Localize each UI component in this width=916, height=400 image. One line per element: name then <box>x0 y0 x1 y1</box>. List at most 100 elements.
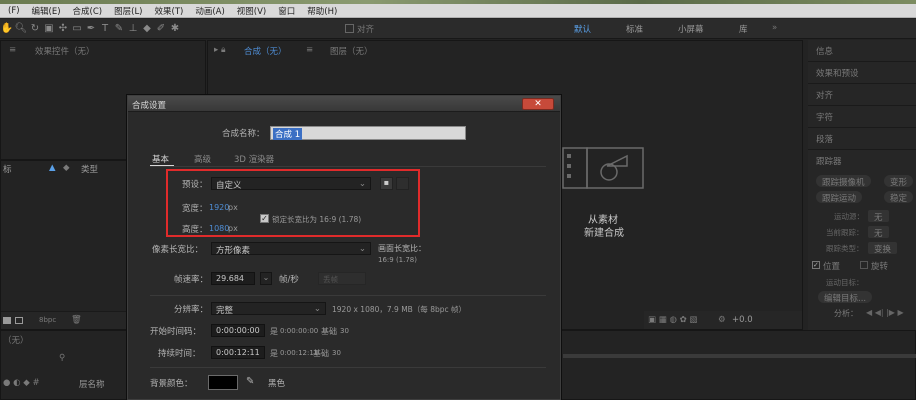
width-unit: px <box>228 203 238 212</box>
workspace-small-screen[interactable]: 小屏幕 <box>678 23 704 35</box>
warp-stabilizer-button[interactable]: 变形 <box>884 175 914 188</box>
background-color-swatch[interactable] <box>208 375 238 390</box>
frame-rate-input[interactable]: 29.684 <box>211 272 255 285</box>
motion-source-label: 运动源： <box>834 212 864 221</box>
new-comp-line2[interactable]: 新建合成 <box>584 224 624 239</box>
tab-3d-renderer[interactable]: 3D 渲染器 <box>234 153 274 165</box>
character-panel[interactable]: 字符 <box>808 106 916 128</box>
align-panel[interactable]: 对齐 <box>808 84 916 106</box>
menu-file[interactable]: (F) <box>2 6 26 16</box>
zoom-tool-icon[interactable]: 🔍︎ <box>14 23 28 34</box>
lock-aspect-label[interactable]: 锁定长宽比为 16:9 (1.78) <box>272 214 361 225</box>
composition-tab[interactable]: 合成（无） <box>244 45 287 57</box>
motion-source-select[interactable]: 无 <box>868 210 889 223</box>
timeline-ruler[interactable] <box>563 354 916 358</box>
menu-window[interactable]: 窗口 <box>272 5 301 17</box>
align-checkbox[interactable] <box>345 24 354 33</box>
trash-icon[interactable]: 🗑︎ <box>71 315 82 325</box>
lock-aspect-checkbox[interactable]: ✓ <box>260 214 269 223</box>
edit-target-button[interactable]: 编辑目标... <box>818 291 873 304</box>
viewer-gear-icon[interactable]: ⚙ <box>718 315 726 325</box>
info-panel[interactable]: 信息 <box>808 40 916 62</box>
workspace-more-icon[interactable]: » <box>772 23 777 33</box>
delete-preset-icon[interactable] <box>396 177 409 190</box>
sort-up-icon[interactable]: ▲ <box>49 163 56 173</box>
position-label: 位置 <box>823 262 841 272</box>
new-comp-icon[interactable] <box>15 317 23 324</box>
duration-is: 是 <box>270 349 278 358</box>
rotation-checkbox[interactable] <box>860 261 868 269</box>
resolution-dropdown[interactable]: 完整 ⌄ <box>211 302 326 316</box>
track-type-select[interactable]: 变换 <box>868 242 898 255</box>
project-sort-name[interactable]: 标 <box>3 163 12 175</box>
composition-menu-icon[interactable]: ≡ <box>306 45 313 55</box>
width-value[interactable]: 1920 <box>209 203 229 212</box>
comp-lock-icon[interactable]: ▸ 🔒︎ <box>214 45 226 55</box>
rotate-tool-icon[interactable]: ↻ <box>28 23 42 34</box>
timeline-search-icon[interactable]: ⚲ <box>59 353 65 363</box>
menu-animation[interactable]: 动画(A) <box>189 5 230 17</box>
menu-edit[interactable]: 编辑(E) <box>26 5 67 17</box>
tab-advanced[interactable]: 高级 <box>194 153 211 165</box>
track-motion-button[interactable]: 跟踪运动 <box>816 191 863 204</box>
layer-name-column[interactable]: 层名称 <box>79 378 105 390</box>
tools-toolbar: ✋ 🔍︎ ↻ ▣ ✣ ▭ ✒ T ✎ ⊥ ◆ ✐ ✱ 对齐 默认 标准 小屏幕 … <box>0 19 916 39</box>
current-track-select[interactable]: 无 <box>868 226 889 239</box>
workspace-standard[interactable]: 标准 <box>626 23 643 35</box>
effects-controls-tab[interactable]: 效果控件（无） <box>35 45 95 57</box>
dialog-titlebar[interactable]: 合成设置 ✕ <box>128 96 560 112</box>
dialog-close-button[interactable]: ✕ <box>522 98 554 110</box>
pixel-aspect-dropdown[interactable]: 方形像素 ⌄ <box>211 242 371 256</box>
workspace-default[interactable]: 默认 <box>574 23 591 35</box>
position-checkbox[interactable]: ✓ <box>812 261 820 269</box>
tab-basic[interactable]: 基本 <box>152 153 169 165</box>
exposure-value[interactable]: +0.0 <box>732 315 753 325</box>
analyze-controls-icon[interactable]: ◀ ◀| |▶ ▶ <box>866 308 904 317</box>
eraser-tool-icon[interactable]: ◆ <box>140 23 154 34</box>
comp-name-value: 合成 1 <box>273 128 303 140</box>
preset-dropdown[interactable]: 自定义 ⌄ <box>211 177 371 191</box>
brush-tool-icon[interactable]: ✎ <box>112 23 126 34</box>
menu-layer[interactable]: 图层(L) <box>108 5 148 17</box>
paragraph-panel[interactable]: 段落 <box>808 128 916 150</box>
bpc-label[interactable]: 8bpc <box>39 316 56 324</box>
eye-icon[interactable]: ● ◐ ◆ # <box>3 378 40 388</box>
menu-composition[interactable]: 合成(C) <box>67 5 109 17</box>
track-camera-button[interactable]: 跟踪摄像机 <box>816 175 871 188</box>
puppet-tool-icon[interactable]: ✱ <box>168 23 182 34</box>
camera-tool-icon[interactable]: ▣ <box>42 23 56 34</box>
new-folder-icon[interactable] <box>3 317 11 324</box>
menu-help[interactable]: 帮助(H) <box>301 5 343 17</box>
effects-presets-panel[interactable]: 效果和预设 <box>808 62 916 84</box>
duration-input[interactable]: 0:00:12:11 <box>211 346 265 359</box>
comp-name-input[interactable]: 合成 1 <box>270 126 466 140</box>
save-preset-icon[interactable]: ▪ <box>380 177 393 190</box>
new-comp-from-footage-icon[interactable] <box>561 144 651 194</box>
height-label: 高度： <box>182 225 208 235</box>
start-base-label: 基础 <box>321 327 337 336</box>
pan-behind-tool-icon[interactable]: ✣ <box>56 23 70 34</box>
mask-tool-icon[interactable]: ▭ <box>70 23 84 34</box>
clone-stamp-tool-icon[interactable]: ⊥ <box>126 23 140 34</box>
hand-tool-icon[interactable]: ✋ <box>0 23 14 34</box>
frame-rate-label: 帧速率： <box>174 275 209 285</box>
layer-tab[interactable]: 图层（无） <box>330 45 373 57</box>
frame-rate-chevron-icon[interactable]: ⌄ <box>260 272 272 285</box>
type-tool-icon[interactable]: T <box>98 23 112 34</box>
drop-frame-dropdown[interactable]: 丢帧 <box>318 272 366 285</box>
project-type-column[interactable]: 类型 <box>81 163 98 175</box>
eyedropper-icon[interactable]: ✎ <box>246 376 254 387</box>
project-menu-icon[interactable]: ≡ <box>9 45 16 55</box>
stabilize-motion-button[interactable]: 稳定 <box>884 191 914 204</box>
workspace-library[interactable]: 库 <box>739 23 748 35</box>
frame-aspect-value: 16:9 (1.78) <box>378 256 417 264</box>
viewer-controls-icon[interactable]: ▣ ▦ ◍ ✿ ▧ <box>648 315 697 325</box>
start-timecode-input[interactable]: 0:00:00:00 <box>211 324 265 337</box>
section-divider <box>150 295 546 296</box>
menu-view[interactable]: 视图(V) <box>231 5 272 17</box>
pen-tool-icon[interactable]: ✒ <box>84 23 98 34</box>
pixel-aspect-value: 方形像素 <box>216 246 251 256</box>
menu-effect[interactable]: 效果(T) <box>149 5 190 17</box>
height-value[interactable]: 1080 <box>209 224 229 233</box>
roto-brush-tool-icon[interactable]: ✐ <box>154 23 168 34</box>
